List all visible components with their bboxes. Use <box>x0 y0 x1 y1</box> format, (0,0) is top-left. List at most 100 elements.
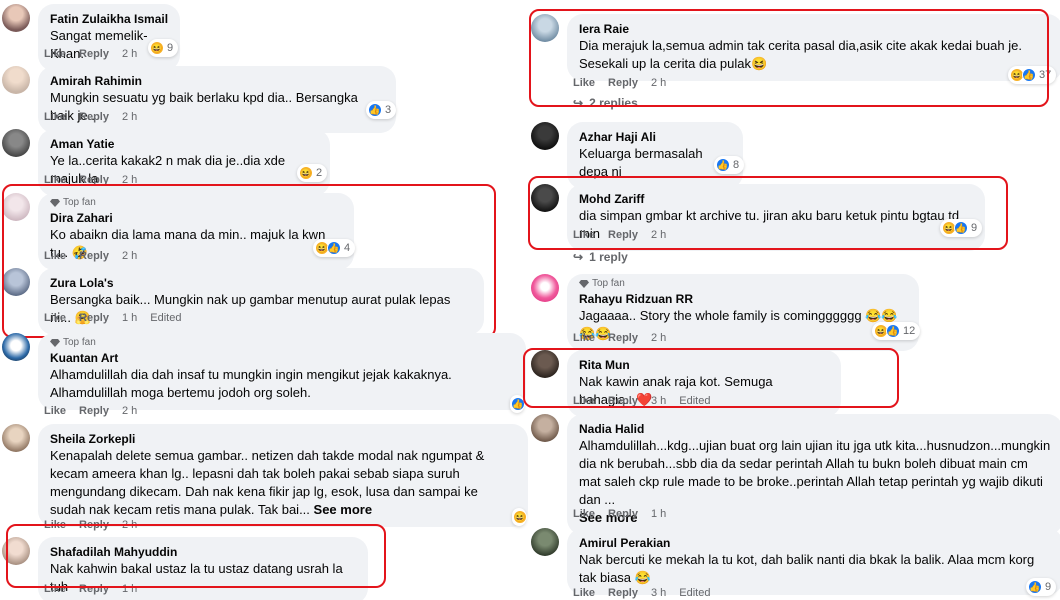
avatar[interactable] <box>2 537 30 565</box>
commenter-name[interactable]: Amirah Rahimin <box>50 73 384 89</box>
avatar[interactable] <box>2 268 30 296</box>
avatar[interactable] <box>531 350 559 378</box>
see-more-link[interactable]: See more <box>314 502 373 517</box>
commenter-name[interactable]: Aman Yatie <box>50 136 318 152</box>
comment-actions: Like Reply 2 h <box>573 77 666 89</box>
comment-actions: Like Reply 1 h Edited <box>44 312 181 324</box>
avatar[interactable] <box>531 184 559 212</box>
avatar[interactable] <box>2 129 30 157</box>
edited-label[interactable]: Edited <box>679 395 710 407</box>
like-button[interactable]: Like <box>573 587 595 599</box>
reaction-summary[interactable]: 😆 👍 9 <box>940 219 983 237</box>
commenter-name[interactable]: Shafadilah Mahyuddin <box>50 544 356 560</box>
comment-bubble: Amirul Perakian Nak bercuti ke mekah la … <box>567 528 1060 595</box>
timestamp[interactable]: 1 h <box>122 583 137 595</box>
reaction-summary[interactable]: 😆 👍 12 <box>872 322 921 340</box>
commenter-name[interactable]: Amirul Perakian <box>579 535 1051 551</box>
reply-button[interactable]: Reply <box>608 395 638 407</box>
like-button[interactable]: Like <box>573 229 595 241</box>
avatar[interactable] <box>2 424 30 452</box>
comment-bubble: Iera Raie Dia merajuk la,semua admin tak… <box>567 14 1060 81</box>
view-replies-link[interactable]: ↪ 2 replies <box>573 96 638 110</box>
like-button[interactable]: Like <box>573 77 595 89</box>
commenter-name[interactable]: Azhar Haji Ali <box>579 129 731 145</box>
diamond-icon <box>579 280 589 288</box>
diamond-icon <box>50 199 60 207</box>
avatar[interactable] <box>531 414 559 442</box>
timestamp[interactable]: 3 h <box>651 395 666 407</box>
timestamp[interactable]: 2 h <box>122 519 137 531</box>
reaction-summary[interactable]: 👍 3 <box>366 101 397 119</box>
commenter-name[interactable]: Dira Zahari <box>50 210 342 226</box>
timestamp[interactable]: 2 h <box>122 48 137 60</box>
reaction-summary[interactable]: 😆 9 <box>148 39 179 57</box>
reply-button[interactable]: Reply <box>79 405 109 417</box>
avatar[interactable] <box>531 14 559 42</box>
like-button[interactable]: Like <box>44 250 66 262</box>
reply-button[interactable]: Reply <box>79 48 109 60</box>
reaction-summary[interactable]: 👍 8 <box>714 156 745 174</box>
top-fan-badge: Top fan <box>50 197 342 209</box>
timestamp[interactable]: 2 h <box>651 77 666 89</box>
commenter-name[interactable]: Fatin Zulaikha Ismail <box>50 11 168 27</box>
reaction-summary[interactable]: 😆 <box>512 508 527 526</box>
avatar[interactable] <box>2 333 30 361</box>
avatar[interactable] <box>531 274 559 302</box>
like-button[interactable]: Like <box>573 508 595 520</box>
comment-bubble: Top fan Kuantan Art Alhamdulillah dia da… <box>38 333 526 410</box>
reaction-summary[interactable]: 😆 2 <box>297 164 328 182</box>
timestamp[interactable]: 2 h <box>122 111 137 123</box>
reaction-summary[interactable]: 👍 9 <box>1026 578 1057 596</box>
like-button[interactable]: Like <box>44 48 66 60</box>
reply-button[interactable]: Reply <box>608 229 638 241</box>
like-button[interactable]: Like <box>44 312 66 324</box>
commenter-name[interactable]: Rahayu Ridzuan RR <box>579 291 907 307</box>
like-button[interactable]: Like <box>573 395 595 407</box>
reaction-summary[interactable]: 👍 <box>510 395 525 413</box>
reaction-summary[interactable]: 😆 👍 37 <box>1008 66 1057 84</box>
commenter-name[interactable]: Zura Lola's <box>50 275 472 291</box>
view-replies-link[interactable]: ↪ 1 reply <box>573 250 628 264</box>
reply-button[interactable]: Reply <box>79 174 109 186</box>
avatar[interactable] <box>2 4 30 32</box>
timestamp[interactable]: 2 h <box>651 332 666 344</box>
timestamp[interactable]: 3 h <box>651 587 666 599</box>
reply-button[interactable]: Reply <box>608 332 638 344</box>
comment-text: Alhamdulillah dia dah insaf tu mungkin i… <box>50 367 452 400</box>
timestamp[interactable]: 2 h <box>122 250 137 262</box>
timestamp[interactable]: 1 h <box>651 508 666 520</box>
avatar[interactable] <box>2 193 30 221</box>
reaction-summary[interactable]: 😆 👍 4 <box>313 239 356 257</box>
reply-button[interactable]: Reply <box>79 583 109 595</box>
timestamp[interactable]: 2 h <box>122 174 137 186</box>
reply-button[interactable]: Reply <box>79 111 109 123</box>
like-button[interactable]: Like <box>44 111 66 123</box>
edited-label[interactable]: Edited <box>150 312 181 324</box>
reply-button[interactable]: Reply <box>79 519 109 531</box>
timestamp[interactable]: 1 h <box>122 312 137 324</box>
like-button[interactable]: Like <box>44 405 66 417</box>
reply-button[interactable]: Reply <box>79 250 109 262</box>
commenter-name[interactable]: Kuantan Art <box>50 350 514 366</box>
commenter-name[interactable]: Iera Raie <box>579 21 1051 37</box>
reply-button[interactable]: Reply <box>608 508 638 520</box>
like-button[interactable]: Like <box>44 519 66 531</box>
commenter-name[interactable]: Rita Mun <box>579 357 829 373</box>
commenter-name[interactable]: Mohd Zariff <box>579 191 973 207</box>
like-button[interactable]: Like <box>573 332 595 344</box>
reply-button[interactable]: Reply <box>608 587 638 599</box>
reply-button[interactable]: Reply <box>608 77 638 89</box>
like-button[interactable]: Like <box>44 174 66 186</box>
reply-button[interactable]: Reply <box>79 312 109 324</box>
reaction-count: 9 <box>971 222 978 234</box>
avatar[interactable] <box>531 122 559 150</box>
timestamp[interactable]: 2 h <box>651 229 666 241</box>
commenter-name[interactable]: Nadia Halid <box>579 421 1051 437</box>
like-button[interactable]: Like <box>44 583 66 595</box>
commenter-name[interactable]: Sheila Zorkepli <box>50 431 516 447</box>
top-fan-badge: Top fan <box>579 278 907 290</box>
avatar[interactable] <box>2 66 30 94</box>
avatar[interactable] <box>531 528 559 556</box>
timestamp[interactable]: 2 h <box>122 405 137 417</box>
edited-label[interactable]: Edited <box>679 587 710 599</box>
